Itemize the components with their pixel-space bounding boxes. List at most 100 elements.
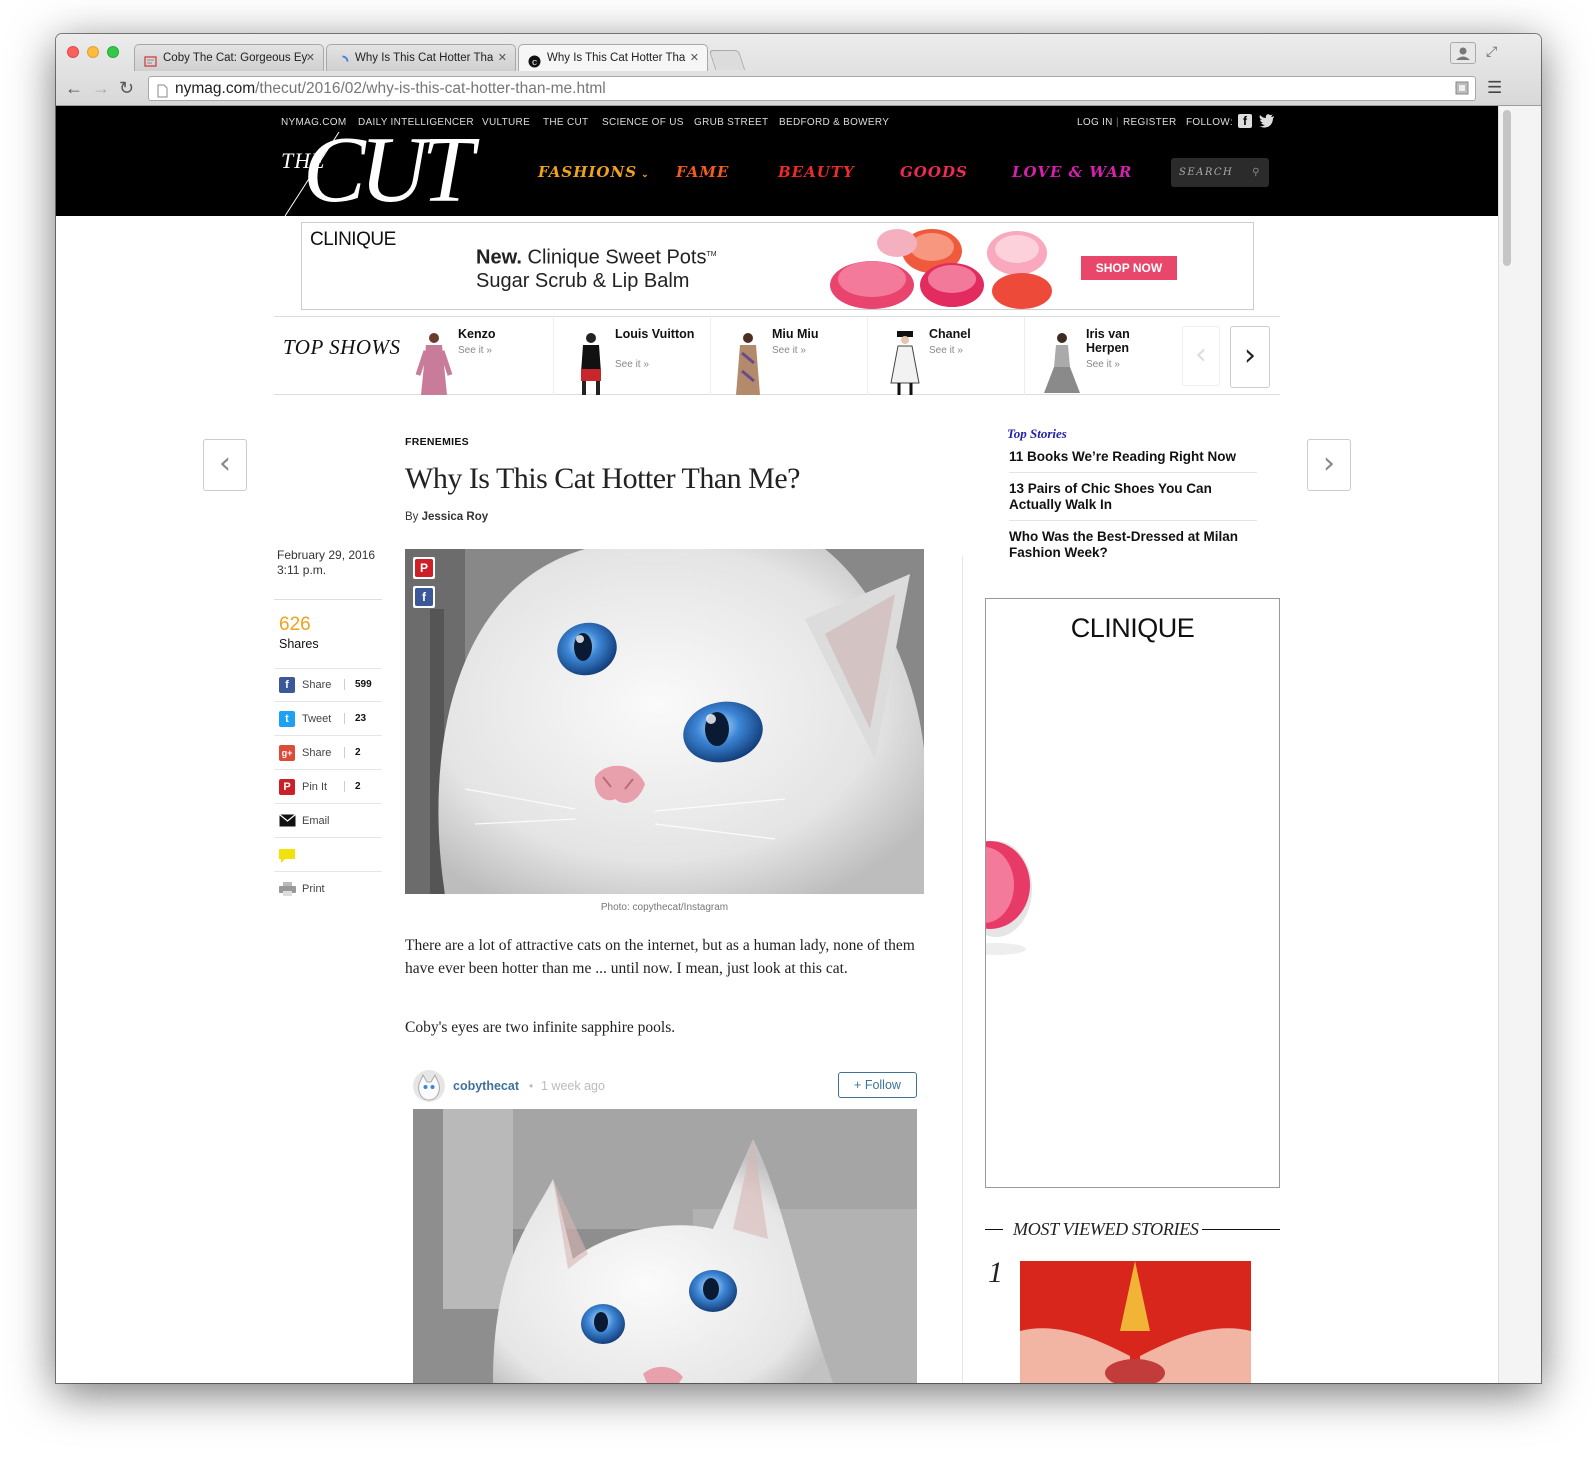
loading-spinner-icon xyxy=(336,52,349,65)
screen: Coby The Cat: Gorgeous Ey ✕ Why Is This … xyxy=(0,0,1596,1459)
show-louis-vuitton[interactable]: Louis Vuitton See it » xyxy=(571,317,711,395)
nav-fame[interactable]: FAME xyxy=(676,163,729,181)
close-tab-icon[interactable]: ✕ xyxy=(690,45,699,71)
tab-title: Why Is This Cat Hotter Tha xyxy=(355,52,494,64)
show-iris-van-herpen[interactable]: Iris van Herpen See it » xyxy=(1042,317,1182,395)
chevron-right-icon: › xyxy=(1323,446,1335,481)
search-input[interactable]: SEARCH ⚲ xyxy=(1171,158,1269,187)
hero-cat-photo: P f xyxy=(405,549,924,894)
comment-bubble-icon xyxy=(279,849,296,867)
top-story-link[interactable]: Who Was the Best-Dressed at Milan Fashio… xyxy=(1009,529,1257,568)
most-viewed-rank: 1 xyxy=(988,1256,1003,1289)
top-story-link[interactable]: 11 Books We’re Reading Right Now xyxy=(1009,449,1257,473)
profile-icon[interactable] xyxy=(1450,42,1476,64)
scrollbar-thumb[interactable] xyxy=(1503,110,1511,266)
top-shows-carousel: TOP SHOWS Kenzo See it » Louis Vuitton S… xyxy=(274,316,1280,395)
login-link[interactable]: LOG IN xyxy=(1077,117,1113,128)
lip-balm-pots-image xyxy=(830,229,1052,309)
clinique-banner-ad[interactable]: CLINIQUE New. Clinique Sweet PotsTM Suga… xyxy=(301,222,1254,310)
twitter-share-button[interactable]: t Tweet 23 xyxy=(274,702,382,736)
avatar[interactable] xyxy=(413,1070,445,1102)
previous-article-button[interactable]: ‹ xyxy=(203,439,247,491)
network-link-grub-street[interactable]: GRUB STREET xyxy=(694,117,768,128)
article-rubric[interactable]: FRENEMIES xyxy=(405,436,469,448)
chevron-right-icon: › xyxy=(1244,338,1256,373)
photo-credit: Photo: copythecat/Instagram xyxy=(600,902,729,913)
document-icon xyxy=(144,52,157,67)
most-viewed-thumbnail[interactable] xyxy=(1020,1261,1251,1383)
nav-fashions[interactable]: FASHIONS ⌄ xyxy=(538,163,650,181)
nav-goods[interactable]: GOODS xyxy=(900,163,968,181)
most-viewed-title: MOST VIEWED STORIES xyxy=(1013,1219,1199,1239)
divider xyxy=(985,1229,1003,1230)
close-tab-icon[interactable]: ✕ xyxy=(498,45,507,71)
zoom-window-button[interactable] xyxy=(107,46,119,58)
instagram-username[interactable]: cobythecat xyxy=(453,1079,519,1093)
close-tab-icon[interactable]: ✕ xyxy=(306,45,315,71)
nav-beauty[interactable]: BEAUTY xyxy=(778,163,855,181)
back-icon[interactable]: ← xyxy=(65,78,83,99)
article-paragraph: There are a lot of attractive cats on th… xyxy=(405,937,915,977)
minimize-window-button[interactable] xyxy=(87,46,99,58)
carousel-prev-button[interactable]: ‹ xyxy=(1182,326,1220,386)
network-link-science-of-us[interactable]: SCIENCE OF US xyxy=(602,117,684,128)
forward-icon[interactable]: → xyxy=(92,78,110,99)
next-article-button[interactable]: › xyxy=(1307,439,1351,491)
fullscreen-icon[interactable]: ⤢ xyxy=(1486,43,1497,60)
browser-tab-2[interactable]: Why Is This Cat Hotter Tha ✕ xyxy=(326,44,516,71)
network-link-bedford-bowery[interactable]: BEDFORD & BOWERY xyxy=(779,117,889,128)
instagram-cat-photo xyxy=(413,1109,917,1383)
the-cut-favicon-icon: c xyxy=(528,52,541,68)
envelope-icon xyxy=(279,814,296,830)
byline-by: By xyxy=(405,511,419,523)
google-plus-share-button[interactable]: g+ Share 2 xyxy=(274,736,382,770)
facebook-icon: f xyxy=(279,677,295,693)
show-kenzo[interactable]: Kenzo See it » xyxy=(414,317,554,395)
show-miu-miu[interactable]: Miu Miu See it » xyxy=(728,317,868,395)
address-bar[interactable]: nymag.com/thecut/2016/02/why-is-this-cat… xyxy=(148,76,1476,101)
menu-icon[interactable]: ☰ xyxy=(1487,78,1502,98)
pin-image-button[interactable]: P xyxy=(413,557,435,579)
network-link-vulture[interactable]: VULTURE xyxy=(482,117,530,128)
separator-dot: • xyxy=(529,1079,534,1093)
article-title: Why Is This Cat Hotter Than Me? xyxy=(405,462,800,495)
logo-cut: CUT xyxy=(303,118,474,222)
follow-button[interactable]: + Follow xyxy=(838,1072,917,1098)
author-link[interactable]: Jessica Roy xyxy=(422,511,489,523)
close-window-button[interactable] xyxy=(67,46,79,58)
clinique-sidebar-ad[interactable]: CLINIQUE xyxy=(985,598,1280,1188)
vertical-scrollbar[interactable] xyxy=(1498,106,1541,1383)
pinterest-share-button[interactable]: P Pin It 2 xyxy=(274,770,382,804)
email-share-button[interactable]: Email xyxy=(274,804,382,838)
register-link[interactable]: REGISTER xyxy=(1123,117,1177,128)
print-button[interactable]: Print xyxy=(274,872,382,906)
show-chanel[interactable]: Chanel See it » xyxy=(885,317,1025,395)
extension-icon[interactable] xyxy=(1454,80,1470,101)
shop-now-button[interactable]: SHOP NOW xyxy=(1081,256,1177,280)
article-time: 3:11 p.m. xyxy=(277,563,327,577)
top-story-link[interactable]: 13 Pairs of Chic Shoes You Can Actually … xyxy=(1009,481,1257,521)
share-count: 626 xyxy=(279,614,311,635)
search-icon[interactable]: ⚲ xyxy=(1252,158,1261,187)
chevron-down-icon: ⌄ xyxy=(637,170,650,180)
google-plus-share-count: 2 xyxy=(344,747,376,758)
twitter-icon[interactable] xyxy=(1259,112,1275,133)
the-cut-logo[interactable]: THE CUT xyxy=(281,120,491,220)
share-image-facebook-button[interactable]: f xyxy=(413,586,435,608)
article-date: February 29, 2016 xyxy=(277,548,376,562)
reload-icon[interactable]: ↻ xyxy=(119,78,134,99)
browser-tab-1[interactable]: Coby The Cat: Gorgeous Ey ✕ xyxy=(134,44,324,71)
carousel-next-button[interactable]: › xyxy=(1230,326,1270,388)
follow-label: FOLLOW: xyxy=(1186,117,1233,128)
tab-title: Why Is This Cat Hotter Tha xyxy=(547,52,686,64)
comments-button[interactable] xyxy=(274,838,382,872)
facebook-share-button[interactable]: f Share 599 xyxy=(274,668,382,702)
facebook-icon[interactable]: f xyxy=(1238,114,1252,128)
facebook-share-count: 599 xyxy=(344,679,376,690)
chevron-left-icon: ‹ xyxy=(219,446,231,481)
google-plus-icon: g+ xyxy=(279,745,295,761)
nav-love-war[interactable]: LOVE & WAR xyxy=(1012,163,1132,181)
browser-tab-3-active[interactable]: c Why Is This Cat Hotter Tha ✕ xyxy=(518,44,708,71)
new-tab-button[interactable] xyxy=(708,50,746,70)
network-link-the-cut[interactable]: THE CUT xyxy=(543,117,588,128)
